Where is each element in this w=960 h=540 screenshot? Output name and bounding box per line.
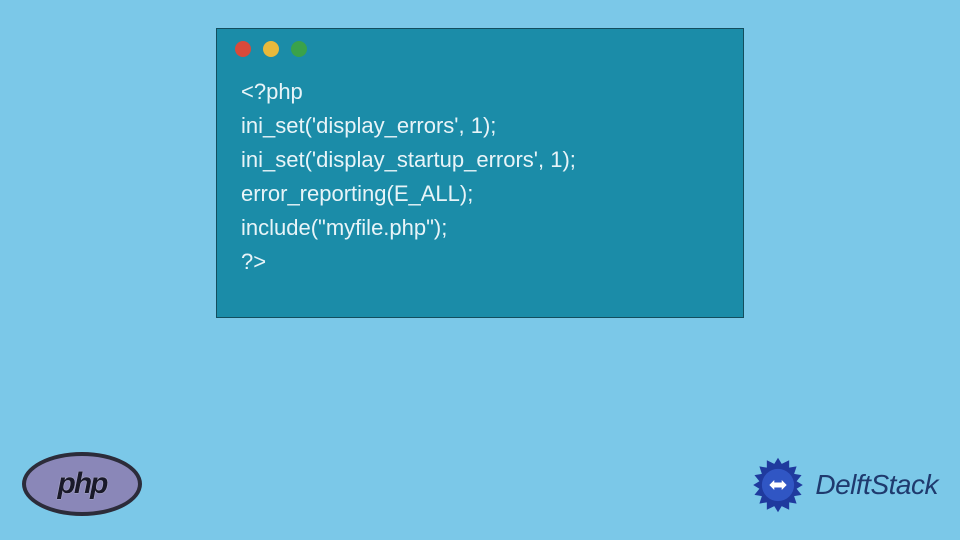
php-logo-text: php [58,467,107,501]
code-line: ini_set('display_startup_errors', 1); [241,143,719,177]
php-ellipse-icon: php [22,452,142,516]
delftstack-logo: DelftStack [747,454,938,516]
code-line: <?php [241,75,719,109]
code-line: ?> [241,245,719,279]
window-titlebar [217,29,743,69]
code-line: ini_set('display_errors', 1); [241,109,719,143]
code-body: <?php ini_set('display_errors', 1); ini_… [217,69,743,300]
php-logo: php [22,452,142,516]
delftstack-gear-icon [747,454,809,516]
delftstack-logo-text: DelftStack [815,469,938,501]
code-window: <?php ini_set('display_errors', 1); ini_… [216,28,744,318]
code-line: include("myfile.php"); [241,211,719,245]
maximize-icon [291,41,307,57]
code-line: error_reporting(E_ALL); [241,177,719,211]
minimize-icon [263,41,279,57]
close-icon [235,41,251,57]
